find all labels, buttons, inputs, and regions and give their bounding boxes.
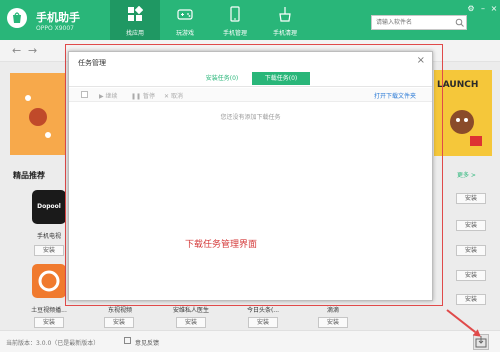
app-title: 手机助手: [36, 11, 80, 24]
device-name: OPPO X9007: [36, 25, 74, 32]
dialog-actions: ▶ 继续 ❚❚ 暂停 ✕ 取消 打开下载文件夹: [69, 88, 432, 102]
install-button[interactable]: 安装: [176, 317, 206, 328]
empty-message: 您还没有添加下载任务: [220, 114, 281, 121]
nav-label: 找应用: [125, 30, 144, 37]
gamepad-icon: [177, 6, 193, 22]
close-icon: ✕: [164, 93, 171, 100]
status-bar: 当前版本：3.0.0（已是最新版本） 意见反馈: [0, 330, 500, 352]
open-download-folder-link[interactable]: 打开下载文件夹: [374, 91, 416, 100]
install-button[interactable]: 安装: [104, 317, 134, 328]
cancel-label: 取消: [170, 93, 183, 100]
banner-text: LAUNCH: [437, 80, 479, 90]
install-button[interactable]: 安装: [456, 294, 486, 305]
close-button[interactable]: ×: [489, 4, 499, 13]
dialog-title: 任务管理: [78, 59, 106, 67]
pause-label: 暂停: [142, 93, 155, 100]
feedback-link[interactable]: 意见反馈: [135, 338, 159, 347]
version-text: 当前版本：3.0.0（已是最新版本）: [6, 340, 100, 347]
search-input[interactable]: [371, 15, 467, 30]
install-button[interactable]: 安装: [34, 317, 64, 328]
task-manager-dialog: 任务管理 × 安装任务(0) 下载任务(0) ▶ 继续 ❚❚ 暂停 ✕ 取消 打…: [68, 51, 433, 301]
app-icon[interactable]: [32, 264, 66, 298]
install-button[interactable]: 安装: [456, 270, 486, 281]
dialog-tabs: 安装任务(0) 下载任务(0): [69, 70, 432, 87]
nav-label: 手机清理: [272, 30, 297, 37]
section-title: 精品推荐: [13, 171, 45, 180]
feedback-icon[interactable]: [124, 337, 131, 344]
tab-download-tasks[interactable]: 下载任务(0): [252, 72, 310, 85]
nav-phone-clean[interactable]: 手机清理: [260, 0, 310, 40]
install-button[interactable]: 安装: [248, 317, 278, 328]
app-name: 东视视频: [107, 307, 132, 314]
tab-install-tasks[interactable]: 安装任务(0): [193, 72, 251, 85]
settings-icon[interactable]: ⚙: [466, 4, 476, 13]
broom-icon: [277, 6, 293, 22]
app-name: 土豆视频播...: [31, 307, 67, 314]
top-bar: 手机助手 OPPO X9007 找应用 玩游戏 手机管理 手机清理 ⚙ – ×: [0, 0, 500, 40]
annotation-text: 下载任务管理界面: [185, 240, 258, 250]
install-button[interactable]: 安装: [34, 245, 64, 256]
install-button[interactable]: 安装: [456, 193, 486, 204]
app-icon[interactable]: Dopool: [32, 190, 66, 224]
cancel-button[interactable]: ✕ 取消: [164, 91, 183, 100]
app-name: 安维私人医生: [172, 307, 209, 314]
select-all-checkbox[interactable]: [81, 91, 88, 98]
app-logo-icon: [7, 8, 27, 28]
phone-icon: [227, 6, 243, 22]
app-name: 今日头条(...: [246, 307, 280, 314]
resume-label: 继续: [105, 93, 118, 100]
nav-label: 玩游戏: [175, 30, 194, 37]
nav-find-apps[interactable]: 找应用: [110, 0, 160, 40]
app-name: 滴滴: [326, 307, 339, 314]
search-icon[interactable]: [455, 18, 464, 29]
install-button[interactable]: 安装: [318, 317, 348, 328]
install-button[interactable]: 安装: [456, 245, 486, 256]
more-link[interactable]: 更多 >: [457, 170, 476, 179]
pause-button[interactable]: ❚❚ 暂停: [131, 91, 155, 100]
forward-arrow-icon[interactable]: →: [28, 44, 37, 57]
nav-label: 手机管理: [222, 30, 247, 37]
nav-phone-manage[interactable]: 手机管理: [210, 0, 260, 40]
install-button[interactable]: 安装: [456, 220, 486, 231]
back-arrow-icon[interactable]: ←: [12, 44, 21, 57]
nav-games[interactable]: 玩游戏: [160, 0, 210, 40]
minimize-button[interactable]: –: [478, 4, 488, 13]
grid-icon: [127, 5, 144, 22]
dialog-close-button[interactable]: ×: [417, 55, 425, 66]
app-icon-text: Dopool: [37, 203, 61, 210]
resume-button[interactable]: ▶ 继续: [99, 91, 118, 100]
pause-icon: ❚❚: [131, 93, 143, 100]
banner-left[interactable]: [10, 73, 66, 155]
